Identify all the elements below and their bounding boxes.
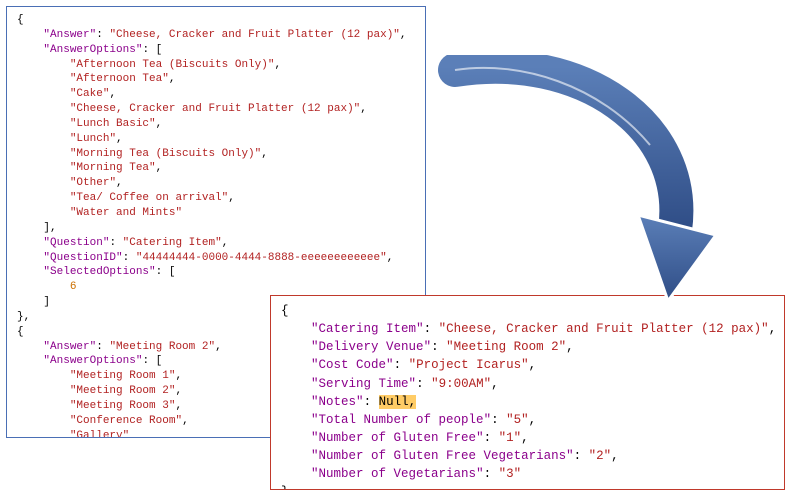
src-key-answer: Answer: [50, 29, 90, 41]
src-key-options: AnswerOptions: [50, 44, 136, 56]
tgt-key-gf: Number of Gluten Free: [319, 431, 477, 445]
notes-null-highlight: Null,: [379, 395, 417, 409]
src-key-question: Question: [50, 237, 103, 249]
src-answer-2: Meeting Room 2: [116, 341, 208, 353]
tgt-key-cost: Cost Code: [319, 358, 387, 372]
transform-arrow-icon: [400, 55, 720, 310]
tgt-key-time: Serving Time: [319, 377, 409, 391]
tgt-key-catering: Catering Item: [319, 322, 417, 336]
src-answer-1: Cheese, Cracker and Fruit Platter (12 pa…: [116, 29, 393, 41]
tgt-key-notes: Notes: [319, 395, 357, 409]
src-key-selopt: SelectedOptions: [50, 266, 149, 278]
tgt-key-venue: Delivery Venue: [319, 340, 424, 354]
tgt-key-gfv: Number of Gluten Free Vegetarians: [319, 449, 567, 463]
target-json-panel: { "Catering Item": "Cheese, Cracker and …: [270, 295, 785, 490]
tgt-key-total: Total Number of people: [319, 413, 484, 427]
src-key-qid: QuestionID: [50, 252, 116, 264]
tgt-key-veg: Number of Vegetarians: [319, 467, 477, 481]
